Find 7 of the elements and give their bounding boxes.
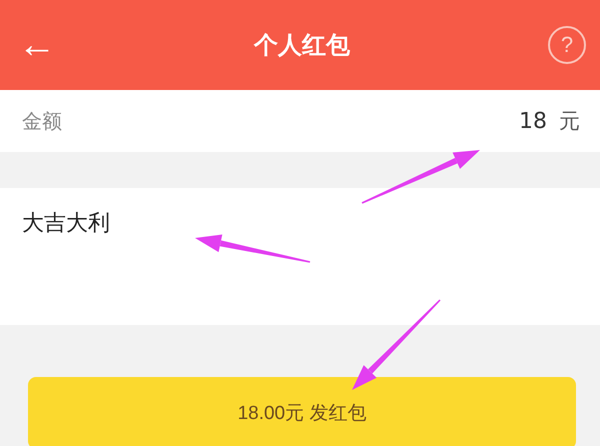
page-title: 个人红包 [254,30,350,61]
amount-unit: 元 [559,108,580,135]
back-button[interactable]: ← [18,26,56,64]
message-field[interactable]: 大吉大利 [0,188,600,325]
amount-label: 金额 [22,108,62,134]
send-button[interactable]: 18.00元 发红包 [28,377,576,446]
amount-value: 18 [519,108,547,134]
